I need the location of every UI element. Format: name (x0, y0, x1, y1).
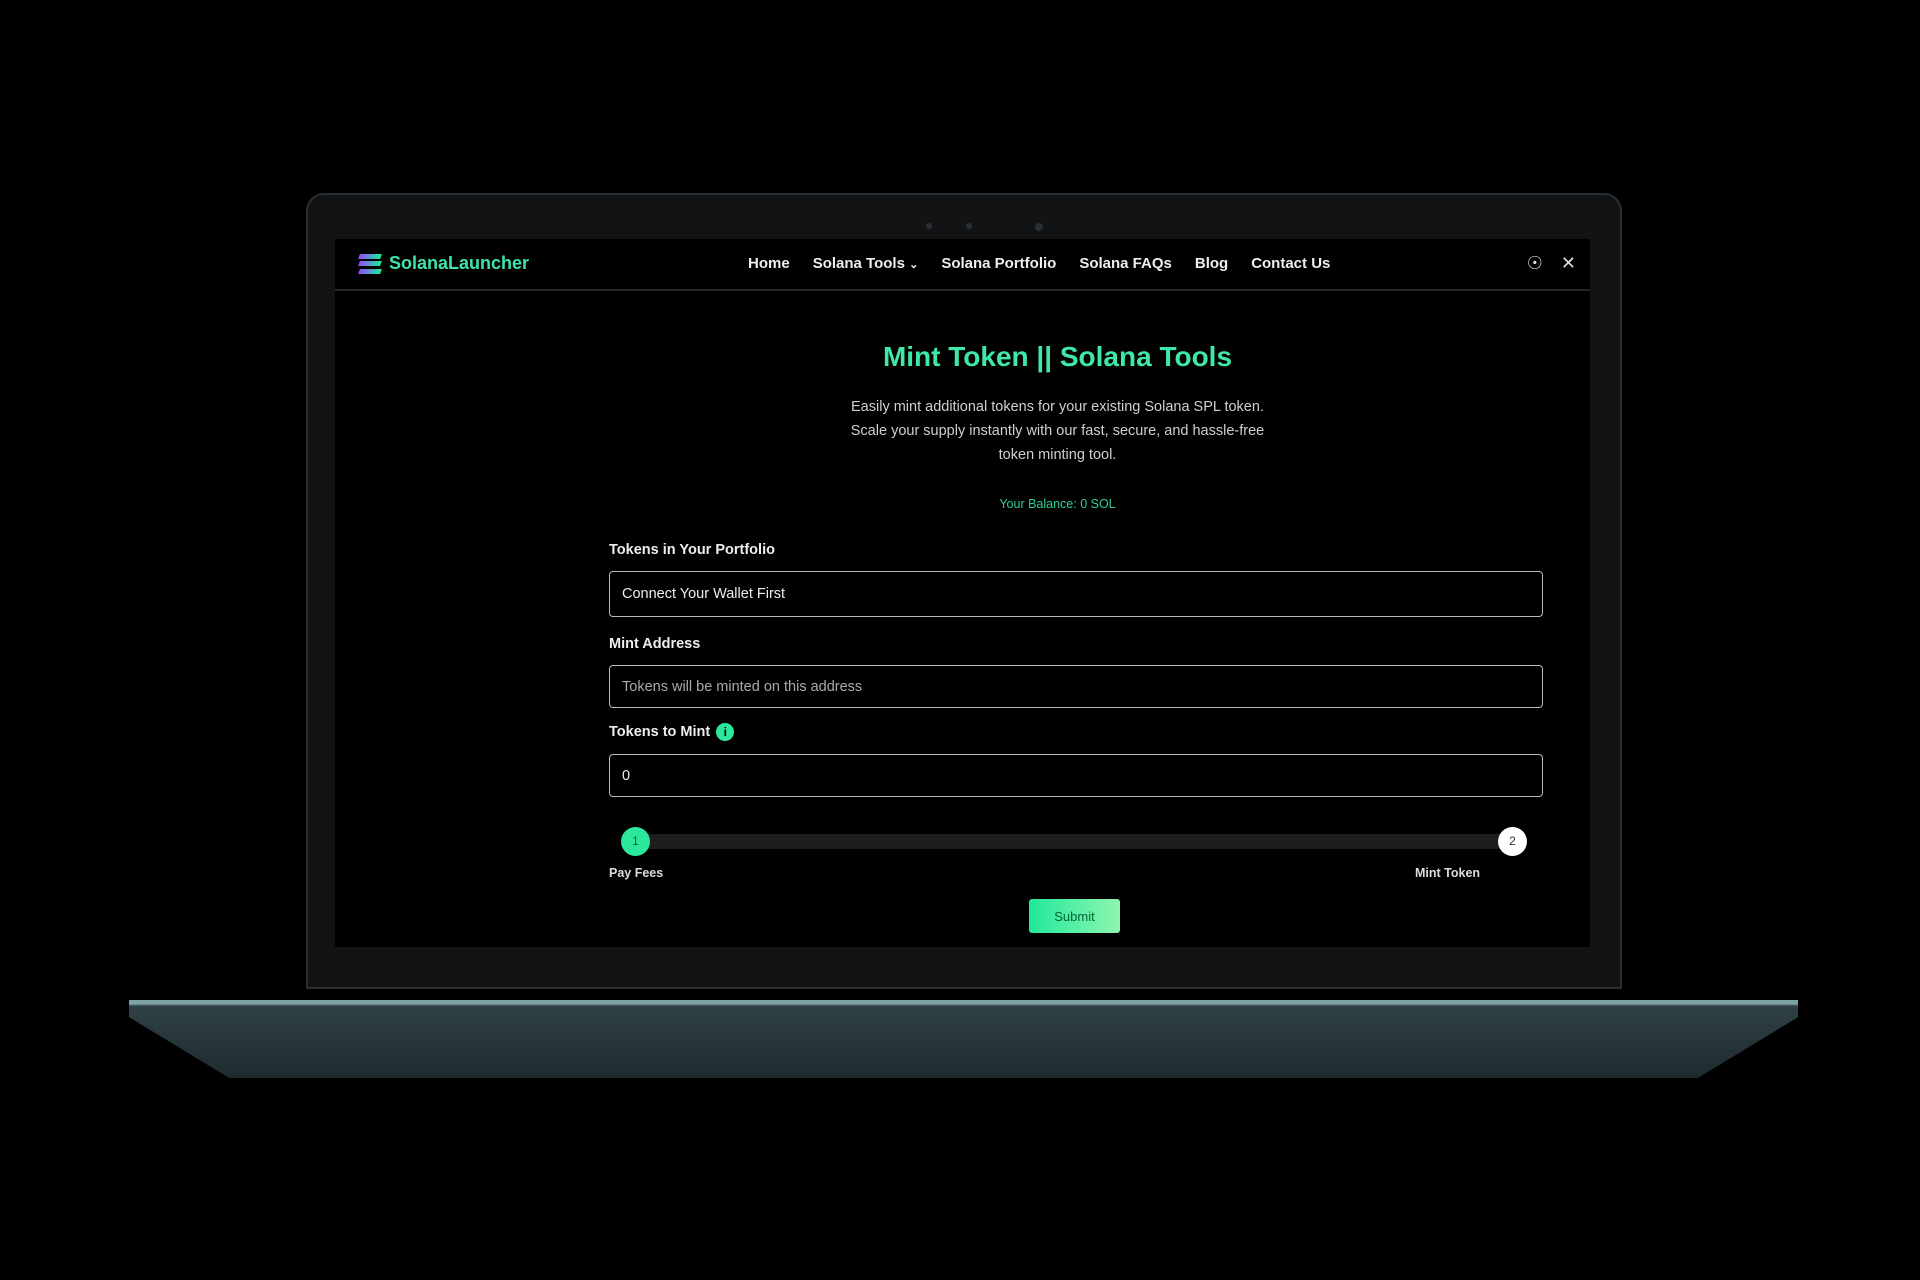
tokens-to-mint-input[interactable]: 0 (609, 754, 1543, 797)
nav-blog[interactable]: Blog (1195, 255, 1228, 272)
nav-menu: Home Solana Tools ⌄ Solana Portfolio Sol… (748, 255, 1330, 272)
tokens-to-mint-value: 0 (622, 767, 631, 784)
portfolio-select-value: Connect Your Wallet First (622, 586, 786, 602)
description-line: Easily mint additional tokens for your e… (851, 399, 1264, 415)
nav-solana-tools-label: Solana Tools (812, 255, 905, 272)
nav-solana-tools[interactable]: Solana Tools ⌄ (813, 255, 919, 272)
chevron-down-icon: ⌄ (909, 259, 919, 271)
screen: SolanaLauncher Home Solana Tools ⌄ Solan… (335, 239, 1590, 947)
portfolio-label: Tokens in Your Portfolio (609, 542, 775, 558)
info-icon[interactable]: i (716, 723, 735, 741)
tokens-to-mint-label-text: Tokens to Mint (609, 723, 711, 740)
description-line: token minting tool. (998, 447, 1117, 463)
step-2-indicator: 2 (1498, 827, 1527, 856)
camera-dot (926, 223, 932, 229)
wallet-balance: Your Balance: 0 SOL (999, 497, 1116, 511)
description-line: Scale your supply instantly with our fas… (850, 423, 1265, 439)
tokens-to-mint-label: Tokens to Mint i (609, 723, 735, 741)
page-description: Easily mint additional tokens for your e… (335, 395, 1590, 467)
portfolio-select[interactable]: Connect Your Wallet First (609, 571, 1543, 617)
step-2-label: Mint Token (1415, 866, 1481, 880)
progress-track (635, 834, 1515, 849)
logo[interactable]: SolanaLauncher (358, 253, 530, 274)
nav-contact-us[interactable]: Contact Us (1251, 255, 1330, 272)
step-1-label: Pay Fees (609, 866, 664, 880)
page-title: Mint Token || Solana Tools (882, 341, 1233, 372)
mint-address-label: Mint Address (609, 636, 701, 652)
submit-button[interactable]: Submit (1029, 899, 1120, 933)
step-1-indicator: 1 (621, 827, 650, 856)
solana-logo-icon (358, 253, 382, 274)
laptop-base (129, 1000, 1798, 1078)
mint-address-input[interactable]: Tokens will be minted on this address (609, 665, 1543, 708)
camera-icon (966, 223, 972, 229)
navbar: SolanaLauncher Home Solana Tools ⌄ Solan… (335, 239, 1590, 291)
camera-dot (1035, 223, 1043, 231)
x-icon[interactable]: ✕ (1561, 253, 1576, 274)
discord-icon[interactable]: ☉ (1527, 253, 1543, 274)
nav-home[interactable]: Home (748, 255, 790, 272)
nav-solana-portfolio[interactable]: Solana Portfolio (941, 255, 1056, 272)
brand-name: SolanaLauncher (389, 253, 530, 273)
social-links: ☉ ✕ (1527, 253, 1576, 274)
mint-address-placeholder: Tokens will be minted on this address (622, 678, 863, 695)
nav-solana-faqs[interactable]: Solana FAQs (1079, 255, 1172, 272)
